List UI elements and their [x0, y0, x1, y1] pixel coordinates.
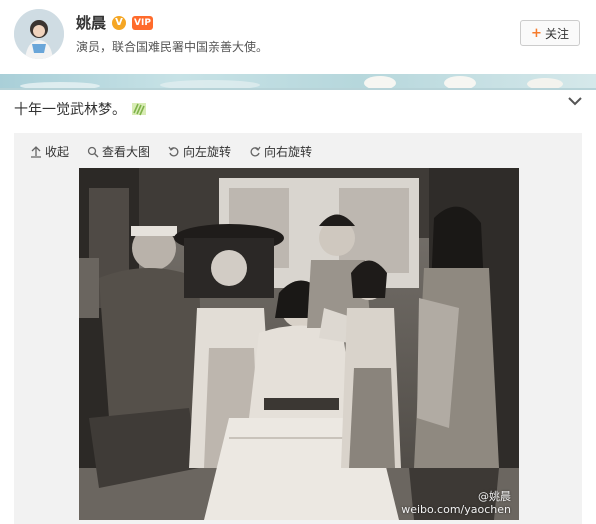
view-large-label: 查看大图: [102, 145, 151, 159]
collapse-button[interactable]: 收起: [30, 143, 69, 160]
profile-header: 姚晨 V VIP 演员，联合国难民署中国亲善大使。 + 关注: [0, 0, 596, 74]
magnifier-icon: [87, 146, 99, 157]
media-card: 收起 查看大图 向左旋转 向右旋转 @姚晨 weibo.com/yaochen: [14, 133, 582, 524]
cover-image-strip: [0, 74, 596, 90]
collapse-icon: [31, 145, 41, 158]
watermark-handle: @姚晨: [478, 490, 511, 503]
post-text-row: 十年一觉武林梦。: [14, 99, 148, 119]
profile-name[interactable]: 姚晨: [76, 12, 106, 33]
follow-button[interactable]: + 关注: [520, 20, 580, 46]
photo-watermark: @姚晨 weibo.com/yaochen: [401, 490, 511, 516]
plus-icon: +: [531, 25, 542, 41]
watermark-url: weibo.com/yaochen: [401, 503, 511, 516]
rotate-left-button[interactable]: 向左旋转: [168, 143, 231, 160]
view-large-button[interactable]: 查看大图: [87, 143, 150, 160]
rotate-right-button[interactable]: 向右旋转: [249, 143, 312, 160]
sticker-emoji-icon: [130, 100, 148, 118]
vip-icon: VIP: [132, 15, 153, 30]
chevron-down-icon[interactable]: [566, 92, 584, 110]
collapse-label: 收起: [45, 145, 70, 159]
verified-icon: V: [112, 15, 127, 30]
rotate-right-icon: [250, 146, 261, 156]
post-text: 十年一觉武林梦。: [14, 102, 126, 118]
post-photo[interactable]: @姚晨 weibo.com/yaochen: [79, 168, 519, 520]
rotate-left-label: 向左旋转: [183, 145, 232, 159]
profile-bio: 演员，联合国难民署中国亲善大使。: [76, 40, 269, 54]
name-row: 姚晨 V VIP: [76, 12, 153, 33]
media-toolbar: 收起 查看大图 向左旋转 向右旋转: [30, 143, 312, 160]
rotate-right-label: 向右旋转: [264, 145, 313, 159]
follow-label: 关注: [544, 26, 569, 41]
rotate-left-icon: [168, 146, 179, 156]
avatar[interactable]: [14, 9, 64, 59]
